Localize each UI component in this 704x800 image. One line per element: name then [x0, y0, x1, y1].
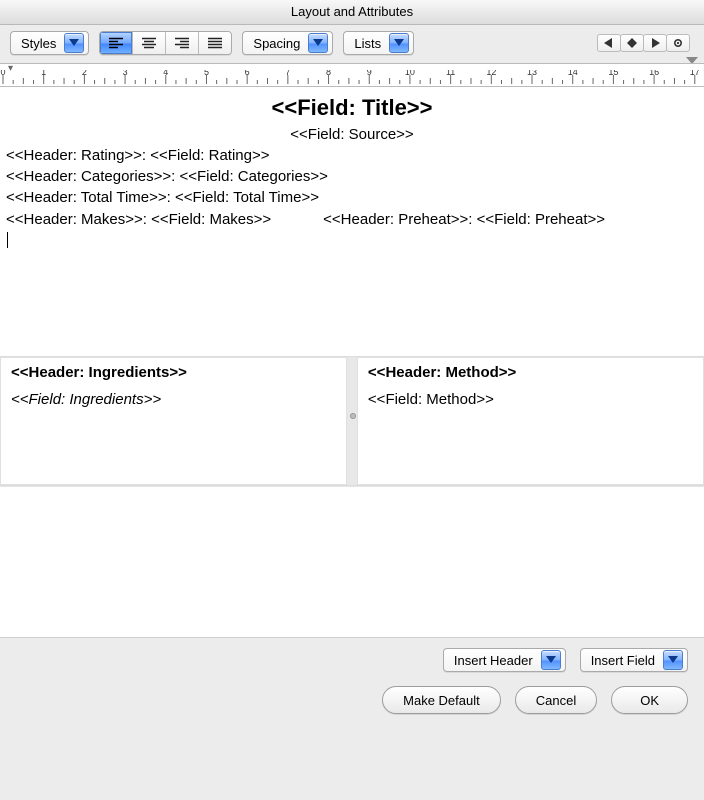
svg-text:9: 9: [367, 70, 372, 77]
svg-text:6: 6: [245, 70, 250, 77]
svg-text:10: 10: [405, 70, 415, 77]
nav-marker-button[interactable]: [620, 34, 644, 52]
insert-field-popup[interactable]: Insert Field: [580, 648, 688, 672]
window-titlebar: Layout and Attributes: [0, 0, 704, 25]
ruler[interactable]: ▾ 01234567891011121314151617: [0, 63, 704, 87]
align-right-button[interactable]: [166, 32, 199, 54]
svg-text:13: 13: [527, 70, 537, 77]
field-source: <<Field: Source>>: [6, 125, 698, 145]
insert-row: Insert Header Insert Field: [16, 648, 688, 672]
nav-prev-button[interactable]: [597, 34, 621, 52]
rating-line: <<Header: Rating>>: <<Field: Rating>>: [6, 146, 698, 166]
svg-text:15: 15: [608, 70, 618, 77]
spacing-label: Spacing: [253, 36, 300, 51]
svg-text:2: 2: [82, 70, 87, 77]
document-area[interactable]: <<Field: Title>> <<Field: Source>> <<Hea…: [0, 87, 704, 356]
text-cursor: [7, 232, 8, 248]
svg-text:11: 11: [446, 70, 455, 77]
makes-part: <<Header: Makes>>: <<Field: Makes>>: [6, 210, 271, 230]
align-center-button[interactable]: [133, 32, 166, 54]
ingredients-header: <<Header: Ingredients>>: [11, 364, 336, 381]
nav-end-button[interactable]: [666, 34, 690, 52]
svg-text:0: 0: [0, 70, 5, 77]
svg-text:17: 17: [690, 70, 700, 77]
insert-header-label: Insert Header: [454, 653, 533, 668]
panels-row: <<Header: Ingredients>> <<Field: Ingredi…: [0, 356, 704, 486]
preheat-part: <<Header: Preheat>>: <<Field: Preheat>>: [323, 210, 605, 230]
insert-header-popup[interactable]: Insert Header: [443, 648, 566, 672]
dropdown-arrow-icon: [389, 33, 409, 53]
toolbar-nav-group: [598, 34, 694, 52]
align-left-button[interactable]: [100, 32, 133, 54]
method-field: <<Field: Method>>: [368, 391, 693, 408]
ruler-ticks: 01234567891011121314151617: [0, 70, 704, 84]
field-title: <<Field: Title>>: [6, 93, 698, 123]
spacing-popup[interactable]: Spacing: [242, 31, 333, 55]
lists-popup[interactable]: Lists: [343, 31, 414, 55]
svg-text:4: 4: [163, 70, 168, 77]
makes-preheat-line: <<Header: Makes>>: <<Field: Makes>> <<He…: [6, 210, 698, 230]
svg-text:14: 14: [568, 70, 578, 77]
cancel-button[interactable]: Cancel: [515, 686, 597, 714]
svg-text:16: 16: [649, 70, 659, 77]
make-default-button[interactable]: Make Default: [382, 686, 501, 714]
dropdown-arrow-icon: [663, 650, 683, 670]
ok-button[interactable]: OK: [611, 686, 688, 714]
ingredients-panel[interactable]: <<Header: Ingredients>> <<Field: Ingredi…: [0, 357, 347, 485]
ingredients-field: <<Field: Ingredients>>: [11, 391, 336, 408]
lists-label: Lists: [354, 36, 381, 51]
dropdown-arrow-icon: [541, 650, 561, 670]
bottom-button-area: Insert Header Insert Field Make Default …: [0, 637, 704, 714]
method-panel[interactable]: <<Header: Method>> <<Field: Method>>: [357, 357, 704, 485]
dropdown-arrow-icon: [308, 33, 328, 53]
styles-popup[interactable]: Styles: [10, 31, 89, 55]
cancel-label: Cancel: [536, 693, 576, 708]
svg-text:8: 8: [326, 70, 331, 77]
svg-text:5: 5: [204, 70, 209, 77]
lower-empty-area: [0, 486, 704, 637]
dropdown-arrow-icon: [64, 33, 84, 53]
ok-label: OK: [640, 693, 659, 708]
panels-divider[interactable]: [349, 357, 357, 485]
svg-text:1: 1: [41, 70, 46, 77]
svg-text:3: 3: [123, 70, 128, 77]
insert-field-label: Insert Field: [591, 653, 655, 668]
nav-next-button[interactable]: [643, 34, 667, 52]
totaltime-line: <<Header: Total Time>>: <<Field: Total T…: [6, 188, 698, 208]
window-title: Layout and Attributes: [291, 4, 413, 19]
svg-text:7: 7: [285, 70, 290, 77]
make-default-label: Make Default: [403, 693, 480, 708]
categories-line: <<Header: Categories>>: <<Field: Categor…: [6, 167, 698, 187]
alignment-segmented-control[interactable]: [99, 31, 232, 55]
svg-text:12: 12: [486, 70, 496, 77]
styles-label: Styles: [21, 36, 56, 51]
align-justify-button[interactable]: [199, 32, 231, 54]
method-header: <<Header: Method>>: [368, 364, 693, 381]
confirm-row: Make Default Cancel OK: [16, 686, 688, 714]
